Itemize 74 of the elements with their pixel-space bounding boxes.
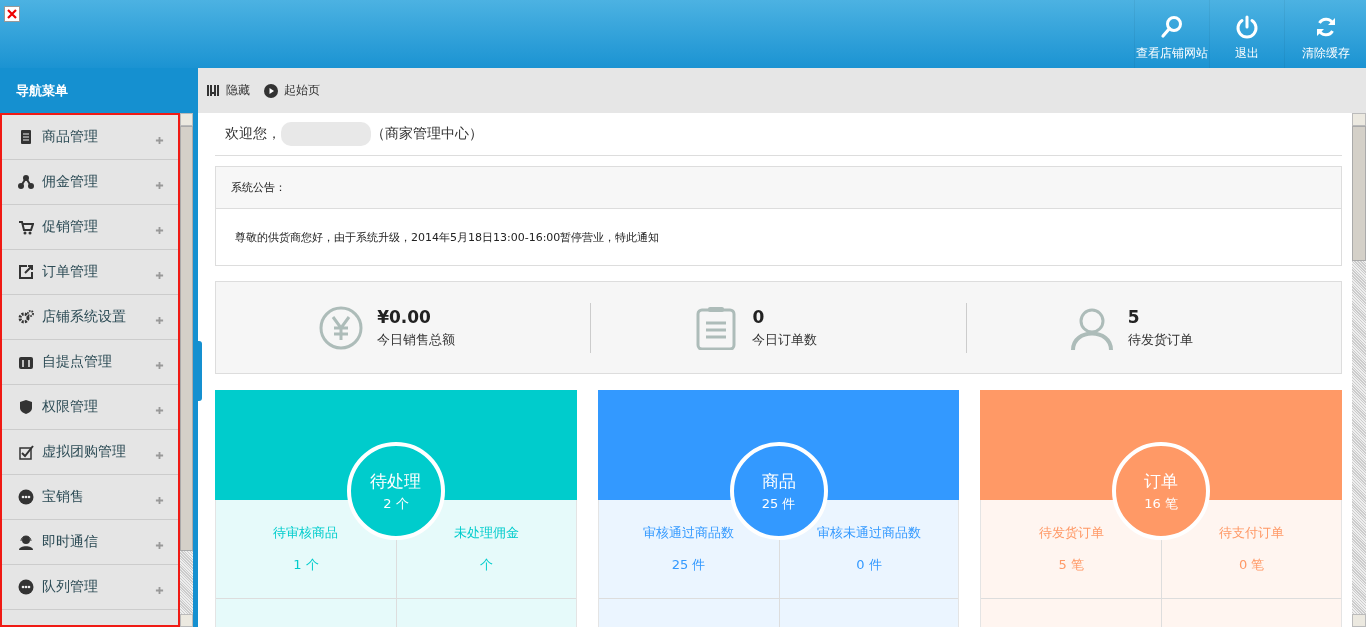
play-icon [264, 83, 278, 98]
card-cell-value: 0 件 [856, 556, 882, 574]
card-title: 待处理 [370, 469, 422, 493]
card-count: 2 个 [383, 494, 409, 513]
card-cell-label: 待发货订单 [1038, 524, 1104, 542]
menu-item[interactable]: 虚拟团购管理 [2, 430, 178, 475]
menu-item-icon [18, 264, 34, 280]
card-cell-value: 25 件 [671, 556, 706, 574]
menu-item-icon [18, 219, 34, 235]
toolbar-button[interactable]: 起始页 [264, 82, 320, 99]
plus-icon [155, 270, 164, 280]
menu-item[interactable]: 订单管理 [2, 250, 178, 295]
search-icon [1160, 14, 1184, 39]
menu-item[interactable]: 宝销售 [2, 475, 178, 520]
menu-item-icon [18, 174, 34, 190]
card-title: 商品 [761, 469, 796, 493]
card-count: 25 件 [761, 494, 796, 513]
plus-icon [155, 585, 164, 595]
collapse-handle[interactable] [196, 341, 202, 401]
plus-icon [155, 225, 164, 235]
card-title: 订单 [1144, 469, 1179, 493]
plus-icon [155, 180, 164, 190]
menu-item-icon [18, 579, 34, 595]
plus-icon [155, 315, 164, 325]
menu-item-icon [18, 444, 34, 460]
stat-value: 0 [752, 306, 766, 327]
stat-label: 待发货订单 [1127, 330, 1194, 349]
sidebar-title: 导航菜单 [16, 81, 68, 100]
plus-icon [155, 495, 164, 505]
card-count: 16 笔 [1144, 494, 1178, 513]
menu-item-icon [18, 399, 34, 415]
toolbar-button[interactable]: 隐藏 [206, 82, 250, 99]
stat-label: 今日订单数 [752, 330, 819, 349]
scrollbar[interactable] [1352, 113, 1366, 627]
card-cell-label: 审核未通过商品数 [816, 524, 921, 542]
notice-text: 尊敬的供货商您好，由于系统升级，2014年5月18日13:00-16:00暂停营业，特此通知 [235, 229, 660, 245]
yen-circle-icon [319, 305, 364, 350]
clipboard-icon [694, 305, 739, 350]
columns-icon [206, 83, 220, 98]
plus-icon [155, 135, 164, 145]
menu-item-icon [18, 354, 34, 370]
menu-item[interactable]: 即时通信 [2, 520, 178, 565]
plus-icon [155, 450, 164, 460]
menu-item[interactable]: 促销管理 [2, 205, 178, 250]
plus-icon [155, 540, 164, 550]
stat-label: 今日销售总额 [377, 330, 457, 349]
stat-value: ¥0.00 [377, 306, 432, 327]
card-cell-value: 0 笔 [1238, 556, 1265, 574]
menu-item-icon [18, 489, 34, 505]
menu-item-icon [18, 129, 34, 145]
card-cell-label: 待支付订单 [1219, 524, 1285, 542]
card-cell-label: 审核通过商品数 [643, 524, 735, 542]
card-cell-value: 5 笔 [1058, 556, 1084, 574]
welcome-suffix: （商家管理中心） [371, 125, 483, 143]
scrollbar[interactable] [180, 113, 193, 627]
card-cell-value: 1 个 [293, 556, 319, 574]
plus-icon [155, 360, 164, 370]
card-cell-label: 待审核商品 [273, 524, 339, 542]
menu-item[interactable]: 店铺系统设置 [2, 295, 178, 340]
broken-image-icon [4, 6, 20, 22]
menu-item[interactable]: 佣金管理 [2, 160, 178, 205]
power-icon [1235, 14, 1259, 39]
plus-icon [155, 405, 164, 415]
menu-item-icon [18, 309, 34, 325]
welcome-text: 欢迎您， [225, 125, 281, 143]
menu-item[interactable]: 权限管理 [2, 385, 178, 430]
card-cell-label: 未处理佣金 [453, 524, 519, 542]
stat-value: 5 [1127, 306, 1141, 327]
notice-title: 系统公告： [231, 180, 286, 195]
menu-item[interactable]: 商品管理 [2, 115, 178, 160]
card-cell-value: 个 [479, 556, 493, 574]
menu-item[interactable]: 自提点管理 [2, 340, 178, 385]
menu-item-icon [18, 534, 34, 550]
menu-item[interactable]: 队列管理 [2, 565, 178, 610]
